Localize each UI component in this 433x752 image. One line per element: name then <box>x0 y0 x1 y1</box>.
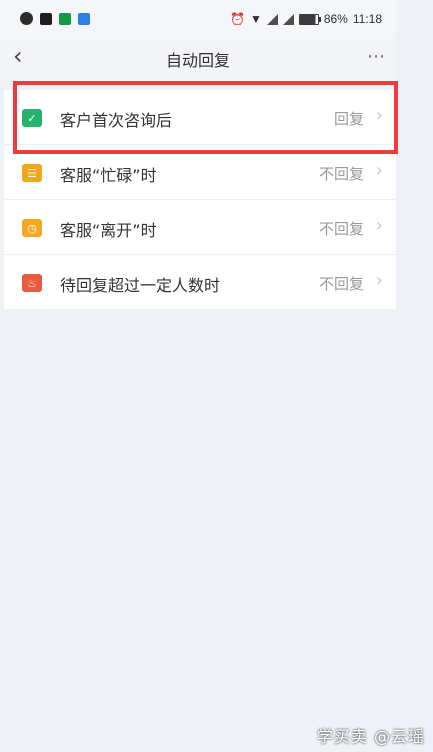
clock-time: 11:18 <box>352 12 382 26</box>
first-consultation-item[interactable]: ✓ 客户首次咨询后 回复 › <box>4 90 396 145</box>
item-value: 不回复 <box>318 275 364 293</box>
away-status-item[interactable]: ◷ 客服“离开”时 不回复 › <box>4 200 396 255</box>
top-nav: ‹ 自动回复 ⋯ <box>0 38 396 80</box>
page-title: 自动回复 <box>165 51 230 70</box>
chat-icon: ☰ <box>22 164 42 182</box>
battery-text: 86% <box>323 12 348 26</box>
item-value: 不回复 <box>318 165 364 183</box>
check-icon: ✓ <box>22 109 42 127</box>
phone-screen: ⏰ ▼ 86% 11:18 ‹ 自动回复 ⋯ ✓ 客户首次咨询后 回复 › ☰ … <box>0 0 398 752</box>
item-label: 客服“忙碌”时 <box>60 166 157 185</box>
signal-icon <box>282 13 294 25</box>
pending-count-item[interactable]: ♨ 待回复超过一定人数时 不回复 › <box>4 255 396 309</box>
item-label: 待回复超过一定人数时 <box>60 276 221 295</box>
chevron-right-icon: › <box>375 270 383 291</box>
item-label: 客服“离开”时 <box>60 221 157 240</box>
item-label: 客户首次咨询后 <box>60 111 173 130</box>
chevron-right-icon: › <box>375 160 383 181</box>
notification-dot-icon <box>20 12 33 25</box>
chevron-right-icon: › <box>375 105 383 126</box>
item-value: 回复 <box>333 110 364 128</box>
app-notification-icon <box>59 13 71 25</box>
busy-status-item[interactable]: ☰ 客服“忙碌”时 不回复 › <box>4 145 396 200</box>
signal-icon <box>266 13 278 25</box>
more-icon[interactable]: ⋯ <box>367 46 385 67</box>
wifi-icon: ▼ <box>249 12 262 26</box>
flame-icon: ♨ <box>22 274 42 292</box>
item-value: 不回复 <box>318 220 364 238</box>
battery-icon <box>298 13 321 25</box>
app-notification-icon <box>78 13 90 25</box>
watermark: 学买卖 @云瑶 <box>316 727 425 746</box>
status-right: ⏰ ▼ 86% 11:18 <box>230 10 382 28</box>
app-notification-icon <box>40 13 52 25</box>
chevron-right-icon: › <box>375 215 383 236</box>
auto-reply-list: ✓ 客户首次咨询后 回复 › ☰ 客服“忙碌”时 不回复 › ◷ 客服“离开”时… <box>4 90 396 309</box>
clock-icon: ◷ <box>22 219 42 237</box>
status-bar: ⏰ ▼ 86% 11:18 <box>0 0 396 38</box>
alarm-icon: ⏰ <box>229 12 245 26</box>
